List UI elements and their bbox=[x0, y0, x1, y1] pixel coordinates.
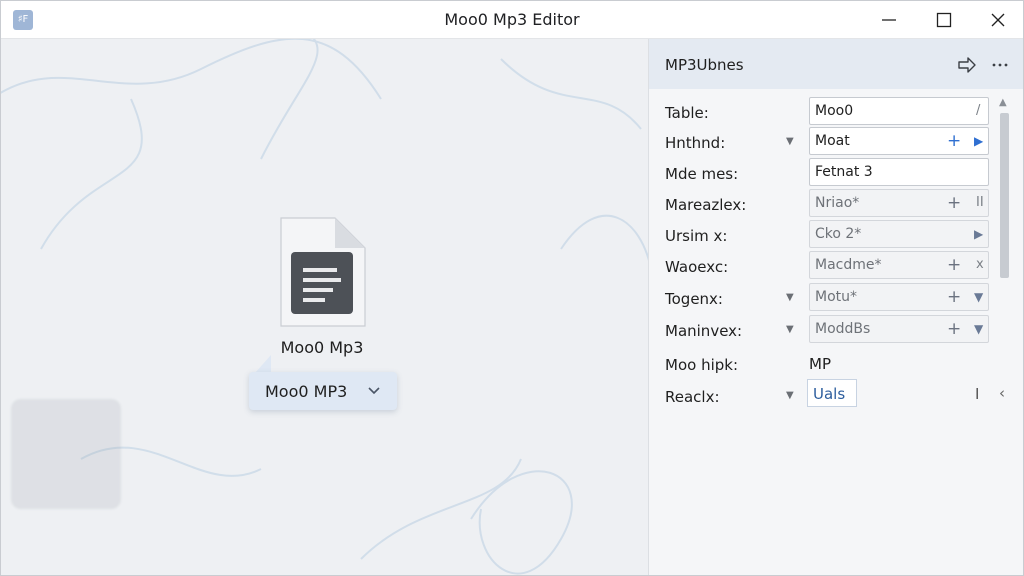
property-label: Moo hipk: bbox=[665, 356, 739, 374]
plus-icon[interactable]: + bbox=[947, 287, 961, 307]
text-cursor-icon: Ι bbox=[975, 385, 980, 403]
title-bar[interactable]: ♯F Moo0 Mp3 Editor bbox=[1, 1, 1023, 39]
clear-icon[interactable]: x bbox=[976, 257, 984, 272]
share-icon[interactable] bbox=[957, 56, 977, 74]
plus-icon[interactable]: + bbox=[947, 319, 961, 339]
close-button[interactable] bbox=[972, 1, 1023, 39]
scroll-up-icon[interactable]: ▲ bbox=[999, 97, 1007, 108]
app-window: ♯F Moo0 Mp3 Editor Moo0 Mp3 Moo0 MP3 MP3… bbox=[0, 0, 1024, 576]
triangle-right-icon[interactable]: ▶ bbox=[974, 134, 983, 148]
property-label: Reaclx: bbox=[665, 388, 720, 406]
panel-scrollbar[interactable]: ▲ bbox=[998, 97, 1012, 387]
format-dropdown-value: Moo0 MP3 bbox=[265, 382, 348, 401]
format-dropdown[interactable]: Moo0 MP3 bbox=[249, 372, 397, 410]
field-value: ModdBs bbox=[815, 321, 871, 337]
property-row: Reaclx: ▼ Uals Ι ‹ bbox=[649, 379, 1023, 412]
property-row: Togenx: ▼ Motu* + ▼ bbox=[649, 283, 1023, 314]
property-field[interactable]: Nriao* + II bbox=[809, 189, 989, 217]
row-dropdown-icon[interactable]: ▼ bbox=[786, 324, 794, 335]
field-value: Macdme* bbox=[815, 257, 882, 273]
field-value: Moo0 bbox=[815, 103, 854, 119]
dropdown-pointer bbox=[255, 355, 271, 373]
panel-header: MP3Ubnes bbox=[649, 39, 1023, 89]
field-value: Uals bbox=[813, 385, 846, 403]
scrollbar-thumb[interactable] bbox=[1000, 113, 1009, 278]
triangle-right-icon[interactable]: ▶ bbox=[974, 227, 983, 241]
property-row: Mde mes: Fetnat 3 bbox=[649, 158, 1023, 189]
triangle-down-icon[interactable]: ▼ bbox=[974, 290, 983, 304]
drop-canvas[interactable]: Moo0 Mp3 Moo0 MP3 bbox=[1, 39, 648, 575]
property-label: Waoexc: bbox=[665, 258, 729, 276]
row-dropdown-icon[interactable]: ▼ bbox=[786, 292, 794, 303]
property-row: Maninvex: ▼ ModdBs + ▼ bbox=[649, 315, 1023, 346]
field-value: Moat bbox=[815, 133, 850, 149]
artist-field[interactable]: Moat + ▶ bbox=[809, 127, 989, 155]
close-icon bbox=[991, 13, 1005, 27]
property-label: Maninvex: bbox=[665, 322, 743, 340]
property-value: MP bbox=[809, 355, 831, 373]
triangle-down-icon[interactable]: ▼ bbox=[974, 322, 983, 336]
row-dropdown-icon[interactable]: ▼ bbox=[786, 390, 794, 401]
property-field[interactable]: Cko 2* ▶ bbox=[809, 220, 989, 248]
maximize-icon bbox=[936, 12, 952, 28]
plus-icon[interactable]: + bbox=[947, 131, 961, 151]
property-row: Moo hipk: MP bbox=[649, 349, 1023, 380]
property-field[interactable]: Macdme* + x bbox=[809, 251, 989, 279]
plus-icon[interactable]: + bbox=[947, 255, 961, 275]
row-dropdown-icon[interactable]: ▼ bbox=[786, 136, 794, 147]
property-row: Waoexc: Macdme* + x bbox=[649, 251, 1023, 282]
maximize-button[interactable] bbox=[918, 1, 970, 39]
property-label: Table: bbox=[665, 104, 709, 122]
property-label: Ursim x: bbox=[665, 227, 728, 245]
property-row: Hnthnd: ▼ Moat + ▶ bbox=[649, 127, 1023, 158]
minimize-icon bbox=[882, 19, 896, 21]
property-row: Ursim x: Cko 2* ▶ bbox=[649, 220, 1023, 251]
properties-panel: MP3Ubnes Table: Moo0 / Hnthnd: ▼ Moat + … bbox=[648, 39, 1023, 575]
property-label: Togenx: bbox=[665, 290, 723, 308]
background-ghost-image bbox=[11, 399, 121, 509]
chevron-down-icon bbox=[368, 387, 380, 395]
property-label: Hnthnd: bbox=[665, 134, 726, 152]
album-field[interactable]: Fetnat 3 bbox=[809, 158, 989, 186]
field-value: Motu* bbox=[815, 289, 858, 305]
property-row: Mareazlex: Nriao* + II bbox=[649, 189, 1023, 220]
pause-icon[interactable]: II bbox=[976, 195, 984, 210]
document-icon[interactable] bbox=[277, 214, 367, 330]
property-label: Mde mes: bbox=[665, 165, 739, 183]
edit-mark-icon: / bbox=[976, 103, 981, 118]
plus-icon[interactable]: + bbox=[947, 193, 961, 213]
property-field[interactable]: ModdBs + ▼ bbox=[809, 315, 989, 343]
field-value: Nriao* bbox=[815, 195, 860, 211]
more-icon[interactable] bbox=[991, 56, 1009, 74]
field-value: Fetnat 3 bbox=[815, 164, 873, 180]
panel-title: MP3Ubnes bbox=[665, 56, 744, 74]
minimize-button[interactable] bbox=[863, 1, 915, 39]
field-value: Cko 2* bbox=[815, 226, 862, 242]
title-field[interactable]: Moo0 / bbox=[809, 97, 989, 125]
property-row: Table: Moo0 / bbox=[649, 97, 1023, 128]
property-field[interactable]: Motu* + ▼ bbox=[809, 283, 989, 311]
property-label: Mareazlex: bbox=[665, 196, 747, 214]
link-field[interactable]: Uals bbox=[807, 379, 857, 407]
